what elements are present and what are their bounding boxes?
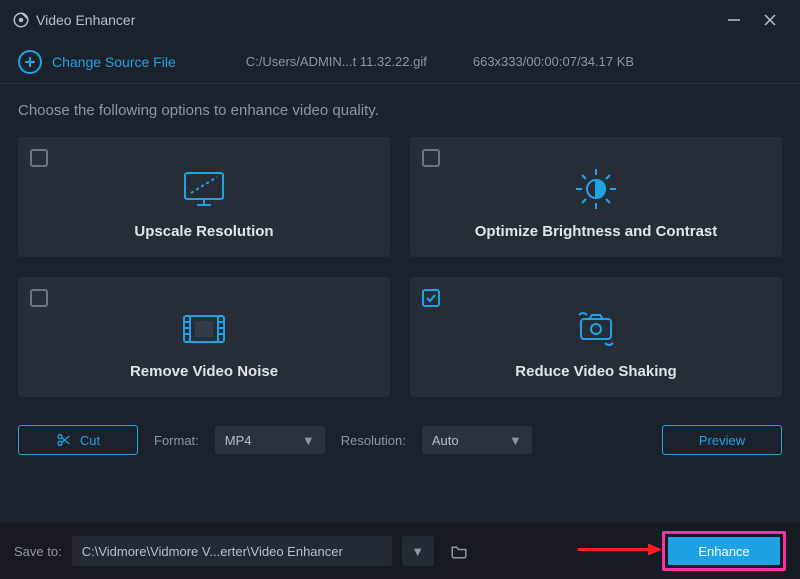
chevron-down-icon: ▼: [509, 433, 522, 448]
cut-label: Cut: [80, 433, 100, 448]
open-folder-button[interactable]: [444, 536, 474, 566]
checkbox-upscale[interactable]: [30, 149, 48, 167]
checkbox-shaking[interactable]: [422, 289, 440, 307]
format-label: Format:: [154, 433, 199, 448]
enhance-button[interactable]: Enhance: [668, 537, 780, 565]
enhance-highlight: Enhance: [662, 531, 786, 571]
monitor-upscale-icon: [181, 165, 227, 213]
instruction-text: Choose the following options to enhance …: [18, 102, 782, 119]
save-path-field[interactable]: C:\Vidmore\Vidmore V...erter\Video Enhan…: [72, 536, 392, 566]
titlebar: Video Enhancer: [0, 0, 800, 40]
card-reduce-shaking[interactable]: Reduce Video Shaking: [410, 277, 782, 397]
enhancement-cards: Upscale Resolution: [18, 137, 782, 397]
preview-button[interactable]: Preview: [662, 425, 782, 455]
minimize-button[interactable]: [716, 2, 752, 38]
card-remove-noise[interactable]: Remove Video Noise: [18, 277, 390, 397]
format-value: MP4: [225, 433, 252, 448]
save-path-dropdown[interactable]: ▼: [402, 536, 434, 566]
save-to-label: Save to:: [14, 544, 62, 559]
checkbox-brightness[interactable]: [422, 149, 440, 167]
resolution-label: Resolution:: [341, 433, 406, 448]
add-source-button[interactable]: [18, 50, 42, 74]
close-button[interactable]: [752, 2, 788, 38]
brightness-icon: [572, 165, 620, 213]
footer: Save to: C:\Vidmore\Vidmore V...erter\Vi…: [0, 523, 800, 579]
cut-button[interactable]: Cut: [18, 425, 138, 455]
annotation-arrow: [576, 540, 662, 563]
chevron-down-icon: ▼: [411, 544, 424, 559]
checkbox-noise[interactable]: [30, 289, 48, 307]
camera-shake-icon: [569, 305, 623, 353]
resolution-value: Auto: [432, 433, 459, 448]
chevron-down-icon: ▼: [302, 433, 315, 448]
app-icon: [12, 11, 30, 29]
card-label: Reduce Video Shaking: [515, 363, 676, 380]
film-noise-icon: [181, 305, 227, 353]
source-info: 663x333/00:00:07/34.17 KB: [473, 54, 634, 69]
preview-label: Preview: [699, 433, 745, 448]
card-label: Upscale Resolution: [134, 223, 273, 240]
format-select[interactable]: MP4 ▼: [215, 426, 325, 454]
window-title: Video Enhancer: [36, 12, 135, 28]
source-row: Change Source File C:/Users/ADMIN...t 11…: [0, 40, 800, 84]
save-path-text: C:\Vidmore\Vidmore V...erter\Video Enhan…: [82, 544, 343, 559]
enhance-label: Enhance: [698, 544, 749, 559]
source-path: C:/Users/ADMIN...t 11.32.22.gif: [246, 54, 427, 69]
card-optimize-brightness[interactable]: Optimize Brightness and Contrast: [410, 137, 782, 257]
resolution-select[interactable]: Auto ▼: [422, 426, 532, 454]
change-source-link[interactable]: Change Source File: [52, 54, 176, 70]
card-upscale-resolution[interactable]: Upscale Resolution: [18, 137, 390, 257]
controls-row: Cut Format: MP4 ▼ Resolution: Auto ▼ Pre…: [18, 425, 782, 455]
card-label: Remove Video Noise: [130, 363, 278, 380]
scissors-icon: [56, 432, 72, 448]
card-label: Optimize Brightness and Contrast: [475, 223, 718, 240]
